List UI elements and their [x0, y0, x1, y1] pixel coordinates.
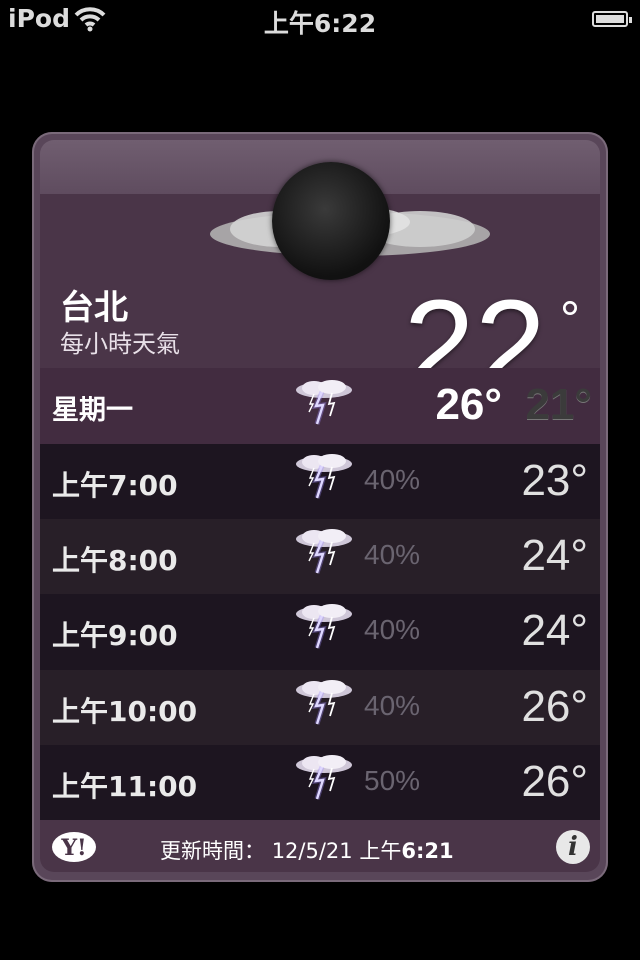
thunderstorm-icon [292, 602, 356, 658]
city-name: 台北 [60, 288, 128, 328]
weather-card: 台北 每小時天氣 22 ° 星期一 26° 21° 上午7:00 40% 23°… [32, 132, 608, 882]
updated-time: 6:21 [401, 839, 454, 863]
hour-temp: 26° [521, 681, 588, 731]
moon-cloudy-icon [272, 162, 390, 280]
precip-chance: 40% [364, 689, 421, 721]
thunderstorm-icon [292, 678, 356, 734]
thunderstorm-icon [292, 753, 356, 809]
yahoo-logo-text: Y! [60, 835, 86, 861]
hourly-row: 上午7:00 40% 23° [40, 444, 600, 520]
updated-ampm: 上午 [359, 839, 402, 863]
precip-chance: 40% [364, 614, 421, 646]
thunderstorm-icon [292, 452, 356, 508]
precip-chance: 50% [364, 764, 421, 796]
view-subtitle: 每小時天氣 [60, 330, 180, 358]
today-summary: 星期一 26° 21° [40, 368, 600, 444]
hour-temp: 26° [521, 756, 588, 806]
status-bar: iPod 上午6:22 [0, 0, 640, 40]
thunderstorm-icon [292, 378, 356, 434]
card-footer: Y! 更新時間： 12/5/21 上午6:21 i [40, 820, 600, 872]
hourly-row: 上午10:00 40% 26° [40, 669, 600, 745]
hour-time: 上午7:00 [52, 469, 178, 502]
battery-icon [592, 11, 632, 27]
updated-label: 更新時間： [160, 839, 265, 863]
hour-temp: 23° [521, 456, 588, 505]
hour-temp: 24° [521, 606, 588, 656]
yahoo-logo-button[interactable]: Y! [50, 830, 110, 864]
hour-time: 上午9:00 [52, 619, 178, 653]
status-time: 上午6:22 [263, 9, 377, 38]
hour-time: 上午10:00 [52, 694, 198, 728]
last-updated: 更新時間： 12/5/21 上午6:21 [160, 835, 454, 865]
hour-time: 上午8:00 [52, 544, 178, 578]
day-label: 星期一 [52, 395, 133, 426]
updated-date: 12/5/21 [271, 839, 353, 863]
info-button[interactable]: i [556, 830, 590, 864]
hour-temp: 24° [521, 531, 588, 581]
hourly-row: 上午9:00 40% 24° [40, 594, 600, 670]
hourly-row: 上午11:00 50% 26° [40, 744, 600, 820]
hourly-row: 上午8:00 40% 24° [40, 519, 600, 595]
precip-chance: 40% [364, 464, 421, 495]
degree-symbol: ° [560, 291, 580, 347]
hour-time: 上午11:00 [52, 769, 198, 803]
thunderstorm-icon [292, 527, 356, 583]
hourly-list: 上午7:00 40% 23° 上午8:00 40% 24° 上午9:00 40%… [40, 444, 600, 820]
precip-chance: 40% [364, 539, 421, 571]
low-temp: 21° [525, 380, 592, 429]
high-temp: 26° [435, 380, 502, 429]
current-conditions: 台北 每小時天氣 22 ° [40, 162, 600, 410]
